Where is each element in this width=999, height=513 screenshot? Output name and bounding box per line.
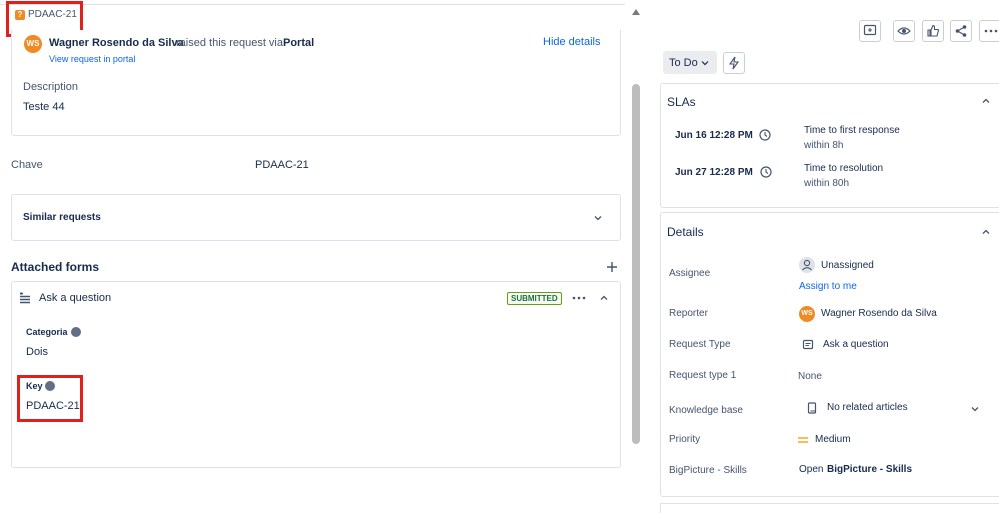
- info-icon: [71, 327, 81, 337]
- user-icon: [799, 257, 815, 273]
- details-panel: [660, 212, 999, 497]
- priority-value[interactable]: Medium: [815, 434, 851, 445]
- sla-within: within 8h: [804, 140, 844, 151]
- channel-text: Portal: [283, 37, 315, 49]
- sla-time: Jun 16 12:28 PM: [675, 130, 753, 141]
- request-type-value[interactable]: Ask a question: [823, 339, 889, 350]
- assignee-label: Assignee: [669, 268, 711, 279]
- details-title: Details: [667, 225, 704, 239]
- status-badge: SUBMITTED: [507, 292, 562, 305]
- watch-button[interactable]: [893, 20, 915, 42]
- bigpicture-prefix: Open: [799, 464, 824, 475]
- share-button[interactable]: [950, 20, 972, 42]
- view-portal-link[interactable]: View request in portal: [49, 54, 135, 64]
- kb-label: Knowledge base: [669, 405, 743, 416]
- slas-title: SLAs: [667, 95, 696, 109]
- lightning-icon: [728, 56, 740, 70]
- assign-to-me-link[interactable]: Assign to me: [799, 281, 857, 292]
- field-label-categoria: Categoria: [26, 327, 68, 337]
- reporter-value[interactable]: Wagner Rosendo da Silva: [821, 308, 937, 319]
- priority-label: Priority: [669, 434, 701, 445]
- hide-details-link[interactable]: Hide details: [543, 36, 600, 48]
- bigpicture-link[interactable]: BigPicture - Skills: [827, 464, 912, 475]
- attached-forms-title: Attached forms: [11, 260, 100, 274]
- highlight-key-field: [17, 375, 83, 422]
- reporter-name[interactable]: Wagner Rosendo da Silva: [49, 37, 184, 49]
- kb-value[interactable]: No related articles: [827, 402, 908, 413]
- form-name[interactable]: Ask a question: [39, 292, 111, 304]
- status-label: To Do: [669, 57, 698, 69]
- clock-icon: [759, 129, 771, 141]
- request-type-icon: [802, 339, 814, 350]
- chevron-up-icon[interactable]: [599, 293, 609, 303]
- chave-value[interactable]: PDAAC-21: [255, 159, 309, 171]
- automation-button[interactable]: [723, 52, 745, 74]
- request-type1-label: Request type 1: [669, 370, 737, 381]
- vote-button[interactable]: [922, 20, 944, 42]
- more-icon: [984, 29, 998, 33]
- avatar: WS: [799, 306, 815, 322]
- scrollbar-thumb[interactable]: [632, 84, 640, 444]
- top-divider: [0, 4, 625, 5]
- feedback-icon: [863, 24, 877, 36]
- sla-time: Jun 27 12:28 PM: [675, 167, 753, 178]
- more-icon[interactable]: [572, 295, 586, 301]
- sla-goal: Time to resolution: [804, 163, 884, 174]
- add-icon[interactable]: [606, 261, 618, 273]
- bottom-panel-edge: [660, 503, 999, 513]
- scroll-up-arrow-icon[interactable]: [631, 8, 641, 16]
- clock-icon: [760, 166, 772, 178]
- chevron-down-icon: [701, 61, 709, 66]
- chave-label: Chave: [11, 159, 43, 171]
- assignee-value[interactable]: Unassigned: [821, 260, 874, 271]
- form-icon: [20, 292, 30, 304]
- description-label: Description: [23, 81, 79, 93]
- request-type1-value[interactable]: None: [798, 371, 822, 382]
- priority-medium-icon: [798, 437, 808, 443]
- bigpicture-label: BigPicture - Skills: [669, 465, 747, 476]
- raised-text: raised this request via: [176, 37, 283, 49]
- avatar: WS: [24, 35, 42, 53]
- request-type-label: Request Type: [669, 339, 731, 350]
- chevron-up-icon[interactable]: [981, 227, 991, 237]
- sla-goal: Time to first response: [804, 125, 900, 136]
- similar-requests-panel[interactable]: [11, 194, 621, 241]
- feedback-button[interactable]: [859, 20, 881, 42]
- similar-requests-title: Similar requests: [23, 212, 101, 223]
- field-value-categoria[interactable]: Dois: [26, 346, 48, 358]
- form-card: [11, 281, 621, 468]
- chevron-down-icon[interactable]: [970, 404, 980, 414]
- eye-icon: [897, 27, 911, 35]
- share-icon: [955, 25, 967, 37]
- thumbs-up-icon: [927, 24, 940, 37]
- book-icon: [807, 402, 817, 414]
- more-actions-button[interactable]: [979, 20, 999, 42]
- chevron-up-icon[interactable]: [981, 96, 991, 106]
- description-value[interactable]: Teste 44: [23, 101, 65, 113]
- sla-within: within 80h: [804, 178, 850, 189]
- chevron-down-icon[interactable]: [593, 213, 603, 223]
- reporter-label: Reporter: [669, 308, 708, 319]
